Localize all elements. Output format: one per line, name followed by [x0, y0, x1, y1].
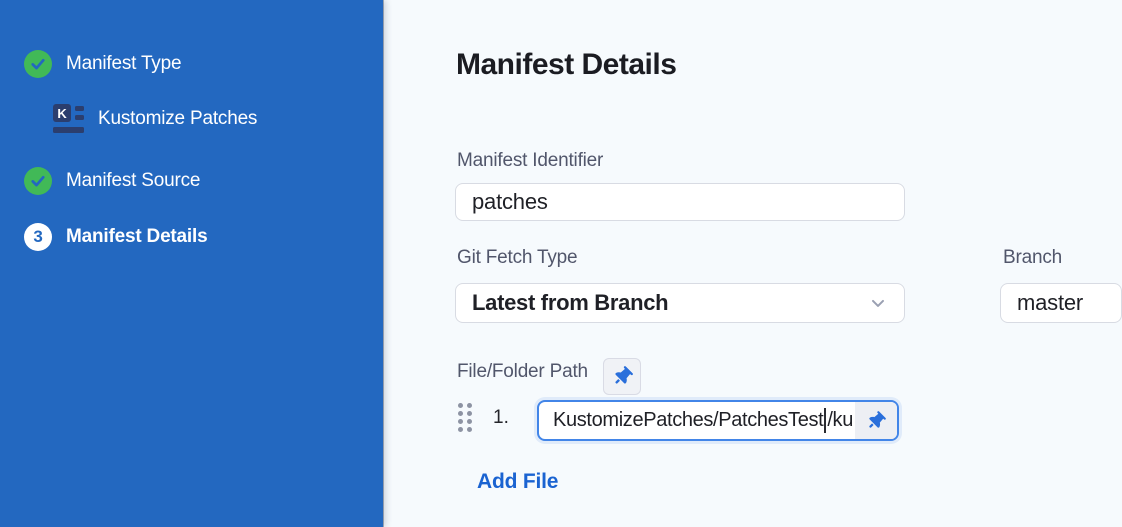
- sidebar-step-manifest-type[interactable]: Manifest Type: [24, 50, 181, 78]
- pin-icon: [609, 363, 636, 390]
- chevron-down-icon: [868, 293, 888, 313]
- step-label: Manifest Source: [66, 170, 200, 192]
- git-fetch-type-label: Git Fetch Type: [457, 247, 577, 269]
- manifest-identifier-label: Manifest Identifier: [457, 150, 603, 172]
- add-file-button[interactable]: Add File: [477, 470, 558, 494]
- wizard-sidebar: Manifest Type K Kustomize Patches Manife…: [0, 0, 383, 527]
- drag-handle[interactable]: [458, 403, 472, 432]
- check-icon: [29, 172, 47, 190]
- manifest-identifier-input[interactable]: [455, 183, 905, 221]
- text-caret: [824, 408, 826, 433]
- file-folder-path-pin-button[interactable]: [603, 358, 641, 395]
- file-folder-path-label: File/Folder Path: [457, 361, 588, 383]
- manifest-details-panel: Manifest Details Manifest Identifier Git…: [383, 0, 1122, 527]
- sidebar-substep-kustomize-patches[interactable]: K Kustomize Patches: [53, 104, 257, 133]
- check-icon: [29, 55, 47, 73]
- sidebar-step-manifest-details[interactable]: 3 Manifest Details: [24, 223, 207, 251]
- branch-input[interactable]: [1000, 283, 1122, 323]
- pin-icon: [863, 408, 888, 433]
- step-complete-icon: [24, 50, 52, 78]
- git-fetch-type-select[interactable]: Latest from Branch: [455, 283, 905, 323]
- git-fetch-type-value: Latest from Branch: [472, 290, 868, 316]
- branch-label: Branch: [1003, 247, 1062, 269]
- path-row-index: 1.: [493, 407, 509, 429]
- step-complete-icon: [24, 167, 52, 195]
- page-title: Manifest Details: [456, 48, 676, 82]
- file-folder-path-input[interactable]: KustomizePatches/PatchesTest/ku: [537, 400, 899, 441]
- step-label: Manifest Type: [66, 53, 181, 75]
- substep-label: Kustomize Patches: [98, 108, 257, 130]
- step-number-badge: 3: [24, 223, 52, 251]
- sidebar-step-manifest-source[interactable]: Manifest Source: [24, 167, 200, 195]
- file-folder-path-value: KustomizePatches/PatchesTest/ku: [539, 402, 855, 439]
- kustomize-icon: K: [53, 104, 84, 133]
- step-label: Manifest Details: [66, 226, 207, 248]
- path-pin-toggle[interactable]: [855, 402, 897, 439]
